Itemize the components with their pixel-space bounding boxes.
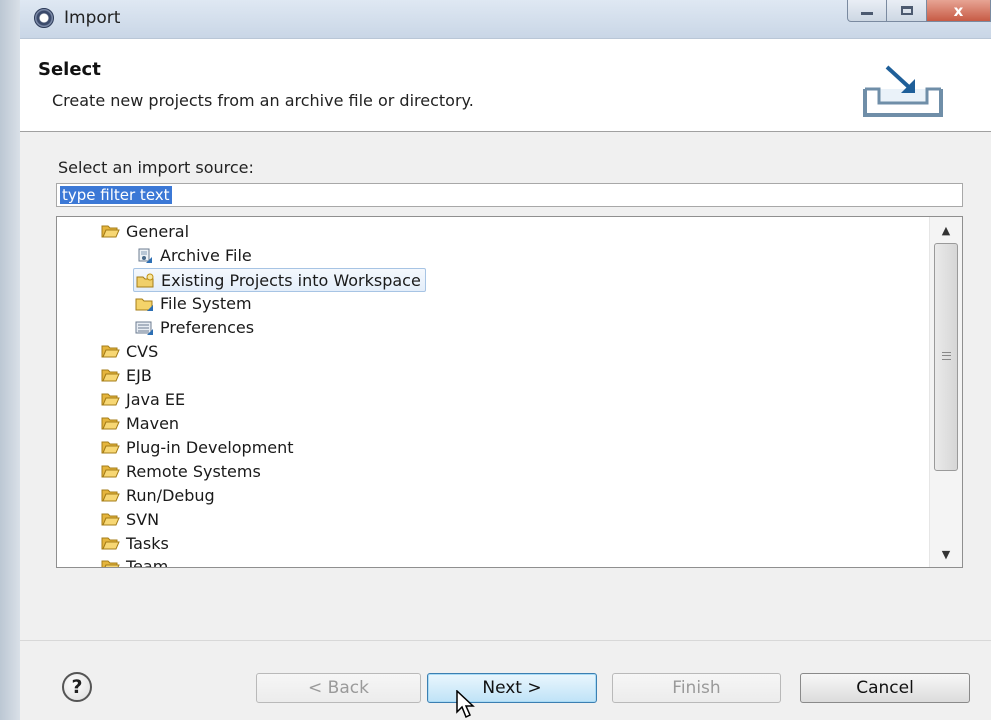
cancel-button-label: Cancel [856,678,914,698]
grip-icon [942,352,951,360]
tree-item-java-ee[interactable]: Java EE [101,388,185,410]
tree-item-label: Preferences [160,317,255,337]
title-bar[interactable]: Import x [20,0,991,39]
tree-item-label: Tasks [126,533,169,553]
help-icon: ? [71,676,83,698]
back-button-label: < Back [308,678,369,698]
scrollbar-thumb[interactable] [934,243,958,471]
window-title: Import [64,8,121,28]
tree-item-label: Team [126,556,169,568]
folder-open-icon [101,393,120,405]
tree-item-ejb[interactable]: EJB [101,364,152,386]
folder-open-icon [101,537,120,549]
minimize-button[interactable] [847,0,887,22]
tree-item-plug-in-development[interactable]: Plug-in Development [101,436,294,458]
background-window-edge [0,0,20,720]
tree-viewport: General Archive File Existing Projects i… [57,217,930,567]
folder-open-icon [101,417,120,429]
scroll-down-icon[interactable]: ▼ [930,543,962,565]
import-dialog: Import x Select Create new projects from… [20,0,991,720]
next-button-label: Next > [482,678,542,698]
folder-icon [135,298,153,311]
filter-input[interactable]: type filter text [56,183,963,207]
tree-item-archive-file[interactable]: Archive File [135,244,252,266]
minimize-icon [861,12,873,15]
maximize-icon [900,6,913,15]
cancel-button[interactable]: Cancel [800,673,970,703]
wizard-header: Select Create new projects from an archi… [20,39,991,132]
tree-item-label: Maven [126,413,180,433]
tree-item-file-system[interactable]: File System [135,292,252,314]
tree-scrollbar[interactable]: ▲ ▼ [929,217,962,567]
tree-item-label: SVN [126,509,160,529]
tree-item-label: EJB [126,365,152,385]
footer-divider [20,640,991,641]
window-controls: x [847,0,991,24]
help-button[interactable]: ? [62,672,92,702]
tree-item-svn[interactable]: SVN [101,508,159,530]
folder-open-icon [101,441,120,453]
folder-open-icon [101,345,120,357]
close-icon: x [953,1,964,20]
folder-open-icon [101,489,120,501]
filter-text: type filter text [60,186,172,204]
folder-open-icon [101,513,120,525]
folder-open-icon [101,225,120,237]
tree-item-label: Java EE [126,389,186,409]
import-source-tree[interactable]: General Archive File Existing Projects i… [56,216,963,568]
archive-file-icon [138,248,152,263]
next-button[interactable]: Next > [427,673,597,703]
back-button[interactable]: < Back [256,673,421,703]
tree-item-label: CVS [126,341,159,361]
import-wizard-icon [863,65,943,117]
tree-item-remote-systems[interactable]: Remote Systems [101,460,261,482]
tree-item-label: Run/Debug [126,485,215,505]
page-description: Create new projects from an archive file… [52,91,474,110]
folder-open-icon [101,369,120,381]
scroll-up-icon[interactable]: ▲ [930,219,962,241]
tree-item-label: Plug-in Development [126,437,294,457]
tree-item-team[interactable]: Team [101,555,168,567]
tree-item-label: Remote Systems [126,461,261,481]
tree-item-general[interactable]: General [101,220,189,242]
eclipse-icon [34,8,54,28]
preferences-icon [135,321,153,335]
tree-item-label: Archive File [160,245,252,265]
tree-item-preferences[interactable]: Preferences [135,316,254,338]
import-source-label: Select an import source: [58,158,254,177]
folder-open-icon [101,465,120,477]
finish-button-label: Finish [672,678,721,698]
tree-item-label: General [126,221,190,241]
existing-project-icon [136,273,154,287]
mouse-cursor-icon [456,690,475,719]
folder-open-icon [101,560,120,567]
tree-item-existing-projects[interactable]: Existing Projects into Workspace [133,268,426,292]
tree-item-cvs[interactable]: CVS [101,340,158,362]
tree-item-label: Existing Projects into Workspace [161,270,421,290]
tree-item-maven[interactable]: Maven [101,412,179,434]
maximize-button[interactable] [887,0,927,22]
tree-item-run-debug[interactable]: Run/Debug [101,484,215,506]
tree-item-label: File System [160,293,252,313]
page-title: Select [38,59,101,80]
tree-item-tasks[interactable]: Tasks [101,532,169,554]
finish-button[interactable]: Finish [612,673,781,703]
close-button[interactable]: x [927,0,991,22]
